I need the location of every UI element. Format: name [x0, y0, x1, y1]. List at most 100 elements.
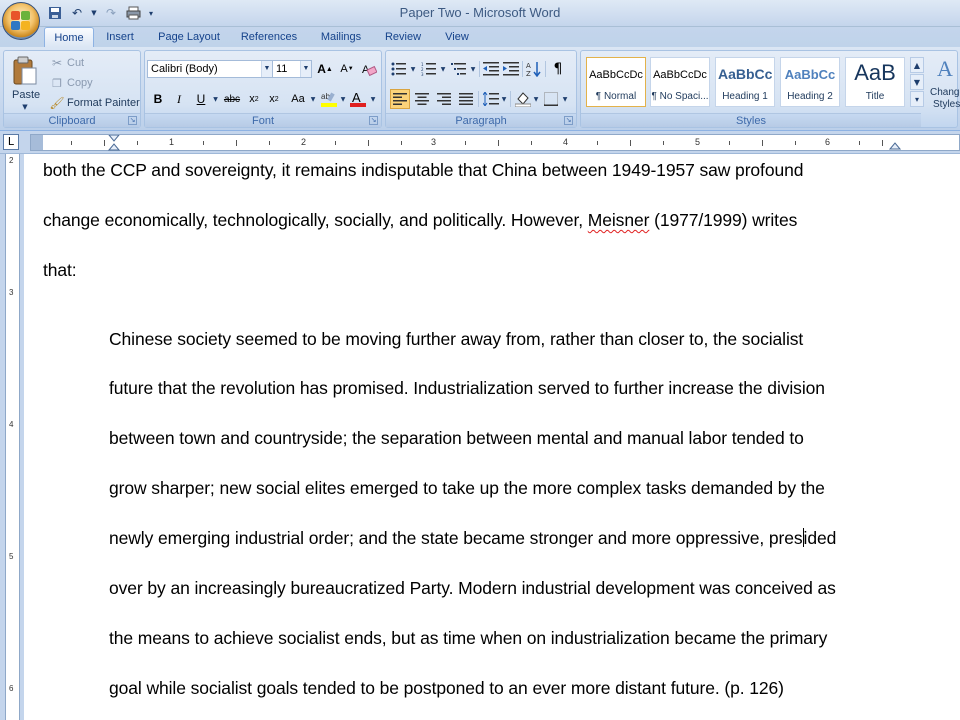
ruler-tick: [795, 141, 796, 145]
line-spacing-dropdown-icon[interactable]: ▼: [500, 95, 508, 103]
style-no-spacing[interactable]: AaBbCcDc ¶ No Spaci...: [650, 57, 710, 107]
right-indent-icon[interactable]: [889, 138, 901, 150]
font-size-field[interactable]: 11 ▼: [272, 60, 312, 78]
tab-page-layout[interactable]: Page Layout: [152, 27, 226, 47]
tab-insert[interactable]: Insert: [98, 27, 142, 47]
justify-icon[interactable]: [456, 89, 476, 109]
styles-group-label: Styles: [581, 113, 921, 127]
ruler-tick: [335, 141, 336, 145]
misspelled-word[interactable]: Meisner: [588, 210, 650, 230]
subscript-icon[interactable]: x2: [244, 89, 264, 109]
ruler-number: 5: [695, 137, 701, 147]
shading-dropdown-icon[interactable]: ▼: [532, 95, 540, 103]
ruler-tick: [882, 140, 883, 146]
ruler-bar: L 1 2 3 4 5 6: [0, 131, 960, 154]
style-heading-1[interactable]: AaBbCc Heading 1: [715, 57, 775, 107]
font-name-field[interactable]: Calibri (Body) ▼: [147, 60, 273, 78]
vertical-ruler[interactable]: 2 3 4 5 6: [5, 154, 20, 720]
styles-scroll-up-icon[interactable]: ▲: [910, 57, 924, 73]
font-size-dropdown-icon[interactable]: ▼: [300, 61, 311, 77]
cut-button[interactable]: Cut: [67, 57, 84, 69]
styles-scroll-down-icon[interactable]: ▼: [910, 74, 924, 90]
multilevel-dropdown-icon[interactable]: ▼: [469, 65, 477, 73]
styles-more-icon[interactable]: ▾: [910, 91, 924, 107]
shading-icon[interactable]: [513, 89, 533, 109]
underline-dropdown-icon[interactable]: ▼: [211, 95, 220, 103]
copy-button[interactable]: Copy: [67, 77, 93, 89]
borders-dropdown-icon[interactable]: ▼: [561, 95, 569, 103]
font-launcher-icon[interactable]: ↘: [369, 116, 378, 125]
clipboard-launcher-icon[interactable]: ↘: [128, 116, 137, 125]
grow-font-icon[interactable]: A ▲: [315, 59, 335, 79]
bullets-icon[interactable]: [390, 60, 408, 78]
ruler-number: 6: [825, 137, 831, 147]
office-button[interactable]: [2, 2, 40, 40]
line-text: change economically, technologically, so…: [43, 210, 588, 230]
ruler-tick: [236, 140, 237, 146]
shrink-font-icon[interactable]: A ▼: [337, 59, 357, 79]
style-heading-2[interactable]: AaBbCc Heading 2: [780, 57, 840, 107]
paragraph-group: ▼ 123 ▼ ▼ AZ ¶ ▼ ▼ ▼ Paragraph ↘: [385, 50, 577, 128]
change-styles-label-1[interactable]: Change: [930, 87, 960, 98]
line-spacing-icon[interactable]: [481, 89, 501, 109]
bold-icon[interactable]: B: [148, 89, 168, 109]
separator: [478, 91, 479, 107]
quote-line: future that the revolution has promised.…: [109, 378, 825, 398]
numbering-icon[interactable]: 123: [420, 60, 438, 78]
show-hide-marks-icon[interactable]: ¶: [549, 60, 567, 78]
change-styles-icon[interactable]: A: [931, 55, 959, 83]
style-title[interactable]: AaB Title: [845, 57, 905, 107]
separator: [545, 61, 546, 77]
increase-indent-icon[interactable]: [502, 60, 520, 78]
paste-dropdown-icon[interactable]: ▼: [20, 103, 30, 111]
sort-icon[interactable]: AZ: [525, 60, 543, 78]
change-case-icon[interactable]: Aa: [286, 89, 310, 109]
italic-icon[interactable]: I: [169, 89, 189, 109]
tab-review[interactable]: Review: [380, 27, 426, 47]
ruler-tick: [663, 141, 664, 145]
font-name-dropdown-icon[interactable]: ▼: [261, 61, 272, 77]
decrease-indent-icon[interactable]: [482, 60, 500, 78]
clear-formatting-icon[interactable]: A: [359, 59, 379, 79]
ruler-tick: [203, 141, 204, 145]
line-text: newly emerging industrial order; and the…: [109, 528, 803, 548]
font-color-dropdown-icon[interactable]: ▼: [369, 95, 377, 103]
ruler-number: 3: [431, 137, 437, 147]
tab-selector-button[interactable]: L: [3, 134, 19, 150]
ruler-tick: [531, 141, 532, 145]
superscript-icon[interactable]: x2: [264, 89, 284, 109]
paste-icon[interactable]: [10, 55, 40, 87]
document-area[interactable]: both the CCP and sovereignty, it remains…: [24, 154, 960, 720]
ruler-number: 4: [563, 137, 569, 147]
tab-view[interactable]: View: [436, 27, 478, 47]
align-center-icon[interactable]: [412, 89, 432, 109]
align-left-icon[interactable]: [390, 89, 410, 109]
font-color-icon[interactable]: A: [348, 89, 368, 109]
ruler-tick: [368, 140, 369, 146]
first-line-indent-icon[interactable]: [108, 135, 120, 151]
change-case-dropdown-icon[interactable]: ▼: [309, 95, 317, 103]
format-painter-button[interactable]: Format Painter: [67, 97, 140, 109]
style-normal[interactable]: AaBbCcDc ¶ Normal: [586, 57, 646, 107]
font-name-value: Calibri (Body): [151, 63, 218, 75]
borders-icon[interactable]: [541, 89, 561, 109]
horizontal-ruler[interactable]: 1 2 3 4 5 6: [30, 134, 960, 151]
ruler-number: 1: [169, 137, 175, 147]
tab-home[interactable]: Home: [44, 27, 94, 47]
style-name: Heading 2: [787, 91, 833, 102]
highlight-dropdown-icon[interactable]: ▼: [339, 95, 347, 103]
paste-label[interactable]: Paste: [12, 89, 40, 101]
bullets-dropdown-icon[interactable]: ▼: [409, 65, 417, 73]
highlight-icon[interactable]: ab: [319, 89, 339, 109]
tab-mailings[interactable]: Mailings: [314, 27, 368, 47]
strikethrough-icon[interactable]: abc: [222, 89, 242, 109]
tab-references[interactable]: References: [236, 27, 302, 47]
align-right-icon[interactable]: [434, 89, 454, 109]
numbering-dropdown-icon[interactable]: ▼: [439, 65, 447, 73]
paragraph-launcher-icon[interactable]: ↘: [564, 116, 573, 125]
styles-group: AaBbCcDc ¶ Normal AaBbCcDc ¶ No Spaci...…: [580, 50, 960, 128]
change-styles-label-2[interactable]: Styles: [933, 99, 960, 110]
underline-icon[interactable]: U: [191, 89, 211, 109]
multilevel-list-icon[interactable]: [450, 60, 468, 78]
clipboard-group: Paste ▼ ✂ Cut ❐ Copy 🖌 Format Painter Cl…: [3, 50, 141, 128]
